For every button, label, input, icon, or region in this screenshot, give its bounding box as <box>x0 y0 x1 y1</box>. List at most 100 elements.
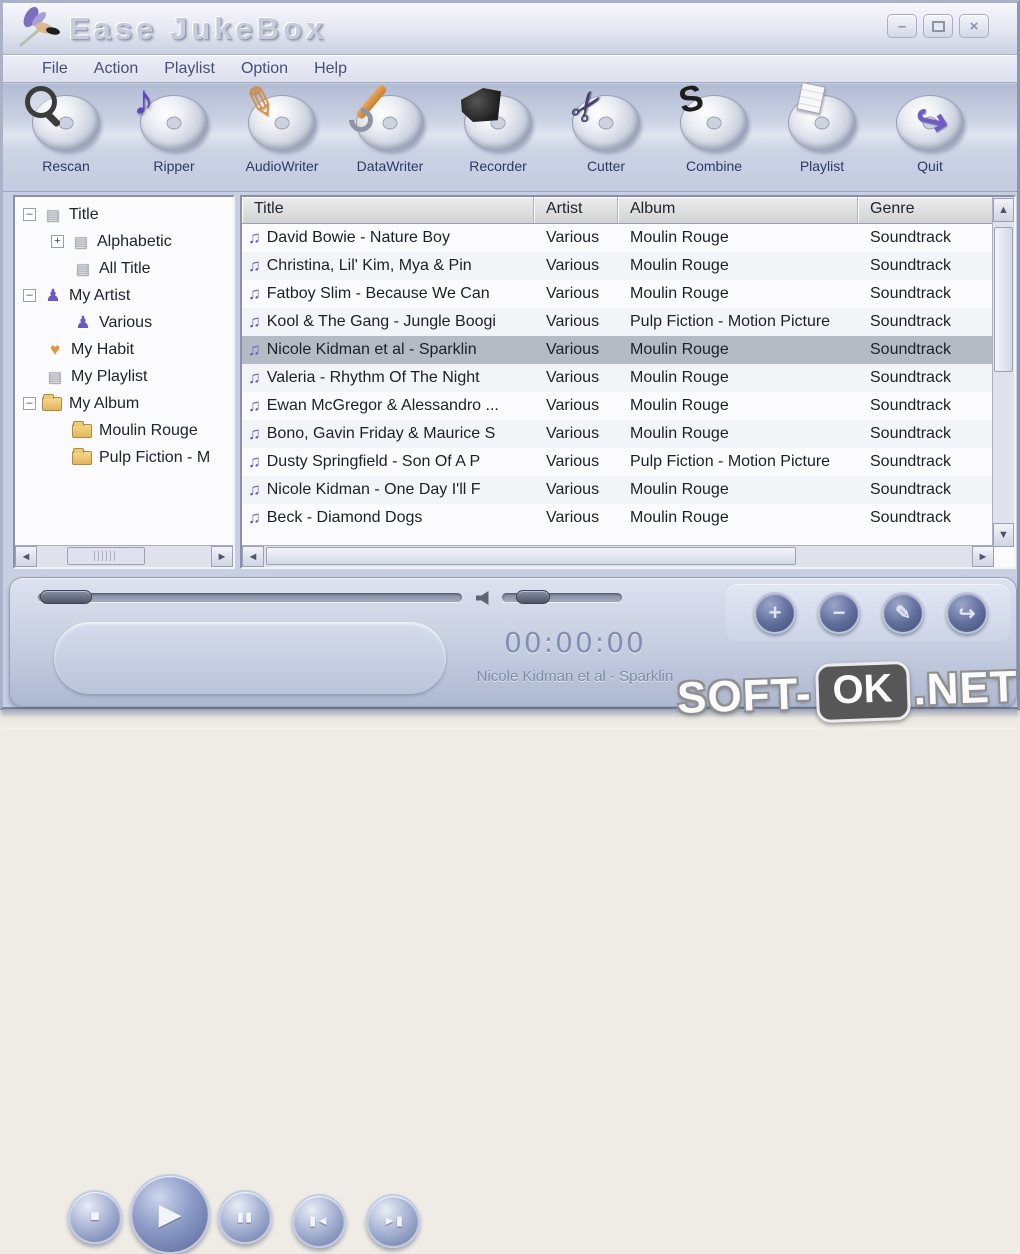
tree-item-alphabetic[interactable]: + ▤ Alphabetic <box>15 228 233 255</box>
scroll-down-arrow-icon[interactable]: ▼ <box>993 523 1014 547</box>
collapse-expander-icon[interactable]: – <box>23 397 36 410</box>
table-vertical-scrollbar[interactable]: ▲ ▼ <box>992 197 1014 547</box>
table-row[interactable]: ♫ Valeria - Rhythm Of The Night Various M… <box>242 364 994 392</box>
column-header-album[interactable]: Album <box>618 197 858 223</box>
minimize-icon: – <box>897 17 907 35</box>
seek-slider[interactable] <box>38 590 462 604</box>
tool-label: Rescan <box>42 158 90 174</box>
menu-help[interactable]: Help <box>301 60 360 78</box>
rescan-button[interactable]: Rescan <box>19 86 113 174</box>
stop-button[interactable]: ■ <box>68 1190 122 1244</box>
cell-artist: Various <box>546 481 600 498</box>
note-icon: ♫ <box>248 424 261 443</box>
title-bar: Ease JukeBox – × <box>3 3 1017 55</box>
table-horizontal-scrollbar[interactable]: ◄ ► <box>242 545 994 567</box>
add-button[interactable]: + <box>754 592 796 634</box>
close-icon: × <box>969 17 979 35</box>
menu-file[interactable]: File <box>29 60 81 78</box>
scroll-thumb[interactable] <box>67 547 145 565</box>
note-icon: ♫ <box>248 228 261 247</box>
scroll-thumb[interactable] <box>266 547 796 565</box>
play-icon: ▶ <box>158 1197 182 1231</box>
cell-album: Moulin Rouge <box>630 257 729 274</box>
table-row[interactable]: ♫ David Bowie - Nature Boy Various Moulin… <box>242 224 994 252</box>
tree-item-moulin-rouge[interactable]: Moulin Rouge <box>15 417 233 444</box>
table-row[interactable]: ♫ Christina, Lil' Kim, Mya & Pin Various … <box>242 252 994 280</box>
edit-button[interactable]: ✎ <box>882 592 924 634</box>
transport-strip <box>54 622 446 694</box>
cell-genre: Soundtrack <box>870 285 951 302</box>
column-header-genre[interactable]: Genre <box>858 197 994 223</box>
scroll-thumb[interactable] <box>994 227 1013 372</box>
previous-track-button[interactable]: ▮◄ <box>292 1194 346 1248</box>
cell-title: Beck - Diamond Dogs <box>266 509 423 526</box>
folder-icon <box>42 393 62 411</box>
audiowriter-button[interactable]: ✎ AudioWriter <box>235 77 329 174</box>
restore-icon <box>931 20 945 32</box>
exit-button[interactable]: ↪ <box>946 592 988 634</box>
combine-button[interactable]: S Combine <box>667 76 761 174</box>
tree-item-all-title[interactable]: ▤ All Title <box>15 255 233 282</box>
column-header-title[interactable]: Title <box>242 197 534 223</box>
seek-slider-thumb[interactable] <box>40 590 92 604</box>
collapse-expander-icon[interactable]: – <box>23 289 36 302</box>
tree-item-my-album[interactable]: – My Album <box>15 390 233 417</box>
table-row[interactable]: ♫ Beck - Diamond Dogs Various Moulin Roug… <box>242 504 994 532</box>
table-row[interactable]: ♫ Bono, Gavin Friday & Maurice S Various … <box>242 420 994 448</box>
stop-icon: ■ <box>90 1208 100 1225</box>
datawriter-button[interactable]: DataWriter <box>343 92 437 174</box>
scroll-right-arrow-icon[interactable]: ► <box>211 546 233 567</box>
cutter-button[interactable]: ✂ Cutter <box>559 81 653 174</box>
column-header-artist[interactable]: Artist <box>534 197 618 223</box>
cell-album: Moulin Rouge <box>630 397 729 414</box>
tree-item-various[interactable]: ♟ Various <box>15 309 233 336</box>
scroll-left-arrow-icon[interactable]: ◄ <box>15 546 37 567</box>
volume-slider-thumb[interactable] <box>516 590 550 604</box>
menu-playlist[interactable]: Playlist <box>151 60 228 78</box>
tree-item-my-habit[interactable]: ♥ My Habit <box>15 336 233 363</box>
recorder-button[interactable]: Recorder <box>451 88 545 174</box>
expand-expander-icon[interactable]: + <box>51 235 64 248</box>
tree-item-title[interactable]: – ▤ Title <box>15 201 233 228</box>
playlist-button[interactable]: Playlist <box>775 81 869 174</box>
next-track-button[interactable]: ►▮ <box>366 1194 420 1248</box>
tree-label: My Album <box>69 394 140 412</box>
volume-slider[interactable] <box>502 590 622 604</box>
cell-genre: Soundtrack <box>870 257 951 274</box>
minimize-button[interactable]: – <box>887 14 917 38</box>
tree-label: Moulin Rouge <box>99 421 198 439</box>
table-row[interactable]: ♫ Ewan McGregor & Alessandro ... Various … <box>242 392 994 420</box>
tree-label: All Title <box>99 259 151 277</box>
plus-icon: + <box>768 600 782 625</box>
table-row[interactable]: ♫ Fatboy Slim - Because We Can Various Mo… <box>242 280 994 308</box>
note-icon: ♫ <box>248 340 261 359</box>
scroll-track[interactable] <box>37 546 211 567</box>
cell-genre: Soundtrack <box>870 509 951 526</box>
ripper-button[interactable]: ♪ Ripper <box>127 76 221 174</box>
tree-horizontal-scrollbar[interactable]: ◄ ► <box>15 545 233 567</box>
restore-button[interactable] <box>923 14 953 38</box>
menu-option[interactable]: Option <box>228 60 301 78</box>
scroll-up-arrow-icon[interactable]: ▲ <box>993 198 1014 222</box>
scroll-left-arrow-icon[interactable]: ◄ <box>242 546 264 567</box>
note-icon: ♫ <box>248 452 261 471</box>
remove-button[interactable]: − <box>818 592 860 634</box>
tree-item-my-artist[interactable]: – ♟ My Artist <box>15 282 233 309</box>
close-button[interactable]: × <box>959 14 989 38</box>
quit-button[interactable]: ↪ Quit <box>883 92 977 174</box>
list-icon: ▤ <box>75 260 91 278</box>
table-row[interactable]: ♫ Dusty Springfield - Son Of A P Various … <box>242 448 994 476</box>
cell-album: Moulin Rouge <box>630 369 729 386</box>
table-row[interactable]: ♫ Kool & The Gang - Jungle Boogi Various … <box>242 308 994 336</box>
scroll-track[interactable] <box>264 546 972 567</box>
tree-item-my-playlist[interactable]: ▤ My Playlist <box>15 363 233 390</box>
play-button[interactable]: ▶ <box>130 1174 210 1254</box>
table-row[interactable]: ♫ Nicole Kidman - One Day I'll F Various … <box>242 476 994 504</box>
tree-item-pulp-fiction[interactable]: Pulp Fiction - M <box>15 444 233 471</box>
scroll-right-arrow-icon[interactable]: ► <box>972 546 994 567</box>
collapse-expander-icon[interactable]: – <box>23 208 36 221</box>
cell-title: Nicole Kidman et al - Sparklin <box>266 341 477 358</box>
table-row-selected[interactable]: ♫ Nicole Kidman et al - Sparklin Various … <box>242 336 994 364</box>
pause-button[interactable]: ▮▮ <box>218 1190 272 1244</box>
cell-artist: Various <box>546 369 600 386</box>
